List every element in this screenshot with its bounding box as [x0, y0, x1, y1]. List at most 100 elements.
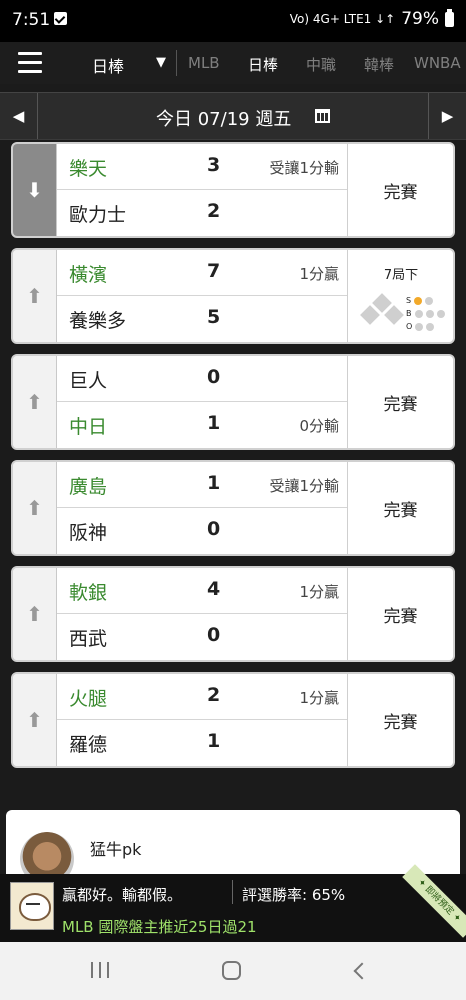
game-status: 完賽 [347, 356, 453, 448]
game-status: 完賽 [347, 462, 453, 554]
banner-divider [232, 880, 233, 904]
nav-divider [176, 50, 177, 76]
team-name: 西武 [69, 628, 108, 650]
ad-banner[interactable]: 贏都好。輸都假。 評選勝率: 65% MLB 國際盤主推近25日過21 ✦ 即將… [0, 864, 466, 942]
date-label[interactable]: 今日 07/19 週五 [156, 105, 291, 131]
date-bar: ◀ 今日 07/19 週五 ▶ [0, 92, 466, 140]
team-score: 2 [207, 200, 221, 222]
team-row: 羅德 1 [57, 720, 347, 766]
notification-check-icon [54, 12, 67, 25]
team-name: 羅德 [69, 734, 108, 756]
team-name: 歐力士 [69, 204, 127, 226]
team-score: 7 [207, 260, 221, 282]
post-preview[interactable]: 猛牛pk [6, 810, 460, 886]
live-status: 7局下 S B O [347, 250, 453, 342]
banner-winrate: 評選勝率: 65% [242, 886, 346, 904]
up-arrow-icon[interactable]: ⬆ [13, 356, 57, 448]
top-nav: 日棒 ▼ MLB 日棒 中職 韓棒 WNBA [0, 42, 466, 84]
handicap-result: 1分贏 [299, 583, 339, 601]
team-name: 中日 [69, 416, 108, 438]
back-icon[interactable] [353, 962, 371, 980]
team-score: 0 [207, 518, 221, 540]
handicap-result: 受讓1分輸 [269, 159, 339, 177]
corner-ribbon[interactable]: ✦ 即將預定 ✦ [402, 864, 466, 938]
team-name: 火腿 [69, 688, 108, 710]
score-table: 樂天 3 受讓1分輸 歐力士 2 [57, 144, 347, 236]
team-name: 阪神 [69, 522, 108, 544]
team-name: 巨人 [69, 370, 108, 392]
team-score: 1 [207, 472, 221, 494]
team-row: 巨人 0 [57, 356, 347, 402]
tab-cpbl[interactable]: 中職 [306, 54, 336, 75]
score-table: 巨人 0 中日 1 0分輸 [57, 356, 347, 448]
prev-day-arrow-icon[interactable]: ◀ [0, 93, 38, 139]
clock: 7:51 [12, 10, 51, 30]
game-card[interactable]: ⬆ 廣島 1 受讓1分輸 阪神 0 完賽 [11, 460, 455, 556]
game-card[interactable]: ⬇ 樂天 3 受讓1分輸 歐力士 2 完賽 [11, 142, 455, 238]
home-icon[interactable] [222, 961, 241, 980]
calendar-icon[interactable] [315, 109, 330, 123]
banner-slogan: 贏都好。輸都假。 [62, 886, 183, 904]
banner-promo[interactable]: MLB 國際盤主推近25日過21 [62, 916, 257, 937]
ball-count: B [406, 307, 445, 320]
battery-level: 79% [401, 9, 439, 29]
up-arrow-icon[interactable]: ⬆ [13, 568, 57, 660]
inning-label: 7局下 [383, 268, 419, 283]
team-name: 養樂多 [69, 310, 127, 332]
hamburger-menu-icon[interactable] [18, 52, 42, 73]
league-select[interactable]: 日棒 [92, 53, 124, 77]
team-score: 0 [207, 624, 221, 646]
game-status: 完賽 [347, 674, 453, 766]
up-arrow-icon[interactable]: ⬆ [13, 250, 57, 342]
up-arrow-icon[interactable]: ⬆ [13, 462, 57, 554]
team-score: 1 [207, 412, 221, 434]
score-table: 軟銀 4 1分贏 西武 0 [57, 568, 347, 660]
handicap-result: 1分贏 [299, 689, 339, 707]
game-card[interactable]: ⬆ 火腿 2 1分贏 羅德 1 完賽 [11, 672, 455, 768]
next-day-arrow-icon[interactable]: ▶ [428, 93, 466, 139]
tab-mlb[interactable]: MLB [188, 54, 220, 72]
mascot-logo [10, 882, 54, 930]
team-score: 5 [207, 306, 221, 328]
score-table: 火腿 2 1分贏 羅德 1 [57, 674, 347, 766]
up-arrow-icon[interactable]: ⬆ [13, 674, 57, 766]
game-card[interactable]: ⬆ 軟銀 4 1分贏 西武 0 完賽 [11, 566, 455, 662]
out-count: O [406, 320, 445, 333]
out-label: O [406, 322, 413, 331]
post-username[interactable]: 猛牛pk [90, 836, 141, 860]
strike-count: S [406, 294, 445, 307]
status-icons: Vo) 4G+ LTE1 ↓↑ 79% [289, 8, 454, 29]
team-score: 4 [207, 578, 221, 600]
network-indicators: Vo) 4G+ LTE1 ↓↑ [289, 12, 396, 26]
count-indicator: S B O [406, 294, 445, 333]
handicap-result: 0分輸 [299, 417, 339, 435]
team-row: 西武 0 [57, 614, 347, 660]
score-table: 橫濱 7 1分贏 養樂多 5 [57, 250, 347, 342]
tab-wnba[interactable]: WNBA [414, 54, 461, 72]
system-nav-bar [0, 942, 466, 1000]
score-table: 廣島 1 受讓1分輸 阪神 0 [57, 462, 347, 554]
ball-label: B [406, 309, 412, 318]
game-card[interactable]: ⬆ 巨人 0 中日 1 0分輸 完賽 [11, 354, 455, 450]
team-score: 3 [207, 154, 221, 176]
team-row: 歐力士 2 [57, 190, 347, 236]
game-status: 完賽 [347, 568, 453, 660]
team-row: 火腿 2 1分贏 [57, 674, 347, 720]
team-row: 中日 1 0分輸 [57, 402, 347, 448]
dropdown-arrow-icon[interactable]: ▼ [156, 55, 166, 70]
game-card[interactable]: ⬆ 橫濱 7 1分贏 養樂多 5 7局下 S B O [11, 248, 455, 344]
team-name: 廣島 [69, 476, 108, 498]
team-name: 橫濱 [69, 264, 108, 286]
battery-icon [445, 8, 454, 27]
team-row: 養樂多 5 [57, 296, 347, 342]
team-score: 2 [207, 684, 221, 706]
tab-kbo[interactable]: 韓棒 [364, 54, 394, 75]
strike-label: S [406, 296, 412, 305]
down-arrow-icon[interactable]: ⬇ [13, 144, 57, 236]
team-name: 軟銀 [69, 582, 108, 604]
team-row: 橫濱 7 1分贏 [57, 250, 347, 296]
handicap-result: 受讓1分輸 [269, 477, 339, 495]
tab-npb[interactable]: 日棒 [248, 54, 278, 75]
recent-apps-icon[interactable] [91, 962, 109, 978]
handicap-result: 1分贏 [299, 265, 339, 283]
